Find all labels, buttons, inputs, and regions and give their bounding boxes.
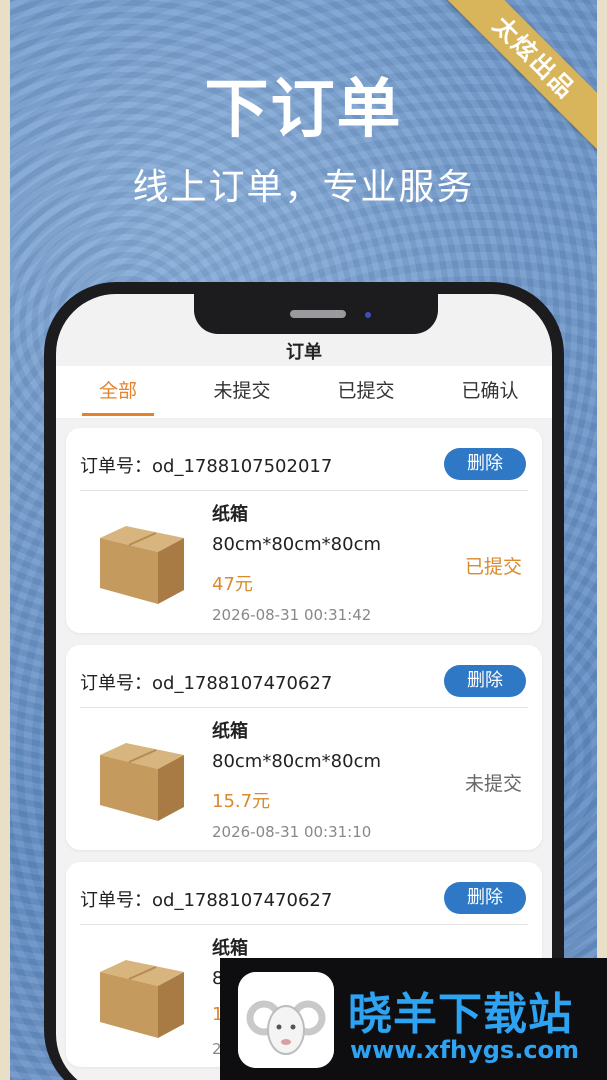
order-number: 订单号：od_1788107470627 [80,673,333,694]
promo-background: 太炫出品 下订单 线上订单，专业服务 订单 全部 未提交 已提交 已确认 订单号… [10,0,597,1080]
promo-title: 下订单 [204,73,403,147]
order-status: 已提交 [464,556,522,578]
tab-submitted[interactable]: 已提交 [304,366,428,418]
order-number: 订单号：od_1788107470627 [80,890,333,911]
promo-subtitle: 线上订单，专业服务 [132,167,475,208]
site-watermark: 晓羊下载站 www.xfhygs.com [220,958,607,1080]
divider [80,707,528,708]
divider [80,490,528,491]
order-status: 未提交 [464,773,522,795]
product-name: 纸箱 [212,504,248,525]
order-time: 2026-08-31 00:31:42 [212,606,372,624]
watermark-title: 晓羊下载站 [348,989,573,1040]
order-card[interactable]: 订单号：od_1788107470627 删除 纸箱 80cm*80cm*80c… [66,645,542,850]
product-price: 15.7元 [212,791,271,812]
cardboard-box-icon [100,526,184,604]
tab-all[interactable]: 全部 [56,366,180,418]
tab-confirmed[interactable]: 已确认 [428,366,552,418]
tab-unsubmitted[interactable]: 未提交 [180,366,304,418]
cardboard-box-icon [100,743,184,821]
order-number: 订单号：od_1788107502017 [80,456,333,477]
order-tabs: 全部 未提交 已提交 已确认 [56,366,552,419]
product-price: 47元 [212,574,253,595]
delete-button[interactable]: 删除 [444,448,526,480]
order-card[interactable]: 订单号：od_1788107502017 删除 纸箱 80cm*80cm*80c… [66,428,542,633]
product-spec: 80cm*80cm*80cm [212,751,382,772]
sheep-logo-icon [238,972,334,1068]
product-spec: 80cm*80cm*80cm [212,534,382,555]
divider [80,924,528,925]
product-name: 纸箱 [212,721,248,742]
camera-icon [365,312,371,318]
delete-button[interactable]: 删除 [444,665,526,697]
watermark-url: www.xfhygs.com [350,1036,580,1064]
phone-notch [194,294,438,334]
page-title: 订单 [286,342,322,363]
cardboard-box-icon [100,960,184,1038]
order-time: 2026-08-31 00:31:10 [212,823,372,841]
product-name: 纸箱 [212,938,248,959]
speaker-grille [290,310,346,318]
delete-button[interactable]: 删除 [444,882,526,914]
